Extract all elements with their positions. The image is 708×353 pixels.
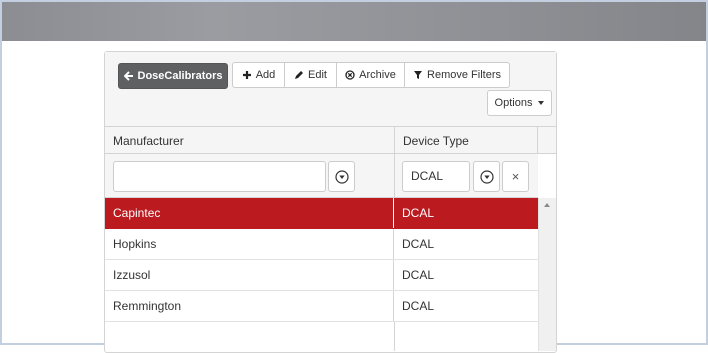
column-header-manufacturer[interactable]: Manufacturer xyxy=(105,127,395,154)
manufacturer-cell: Remmington xyxy=(105,291,394,321)
data-grid: Manufacturer Device Type DCAL × Capintec… xyxy=(105,127,556,351)
options-label: Options xyxy=(494,97,533,109)
options-dropdown-button[interactable]: Options xyxy=(487,90,552,116)
add-button[interactable]: Add xyxy=(232,62,285,88)
add-button-label: Add xyxy=(255,69,276,81)
edit-button[interactable]: Edit xyxy=(284,62,337,88)
arrow-left-icon xyxy=(123,71,133,81)
remove-filters-button[interactable]: Remove Filters xyxy=(404,62,510,88)
manufacturer-filter-input[interactable] xyxy=(113,161,326,192)
grid-rows: Capintec DCAL Hopkins DCAL Izzusol DCAL … xyxy=(105,198,538,322)
circle-x-icon xyxy=(345,70,355,80)
table-row[interactable]: Remmington DCAL xyxy=(105,291,538,322)
caret-down-icon xyxy=(538,101,545,105)
back-dosecalibrators-button[interactable]: DoseCalibrators xyxy=(118,63,228,89)
device-type-filter-input[interactable]: DCAL xyxy=(402,161,470,192)
column-divider xyxy=(394,322,395,351)
dose-calibrators-panel: DoseCalibrators Add Edit Archive Remove … xyxy=(104,51,557,353)
circle-chevron-down-icon xyxy=(479,169,494,184)
top-header-bar xyxy=(2,2,706,41)
header-scroll-spacer xyxy=(538,127,556,154)
clear-device-type-filter-button[interactable]: × xyxy=(502,161,529,192)
manufacturer-cell: Izzusol xyxy=(105,260,394,290)
device-type-cell: DCAL xyxy=(402,299,435,313)
manufacturer-cell: Hopkins xyxy=(105,229,394,259)
table-row[interactable]: Izzusol DCAL xyxy=(105,260,538,291)
plus-icon xyxy=(242,71,251,79)
archive-button-label: Archive xyxy=(359,69,396,81)
device-type-cell: DCAL xyxy=(402,268,435,282)
table-row[interactable]: Capintec DCAL xyxy=(105,198,538,229)
toolbar: DoseCalibrators Add Edit Archive Remove … xyxy=(105,52,556,127)
table-row[interactable]: Hopkins DCAL xyxy=(105,229,538,260)
device-type-cell: DCAL xyxy=(402,206,435,220)
manufacturer-filter-options-button[interactable] xyxy=(328,161,355,192)
manufacturer-cell: Capintec xyxy=(105,198,394,228)
pencil-icon xyxy=(295,71,304,79)
filter-column-divider xyxy=(394,154,395,198)
remove-filters-label: Remove Filters xyxy=(427,69,501,81)
vertical-scrollbar[interactable] xyxy=(538,198,556,351)
edit-button-label: Edit xyxy=(308,69,327,81)
device-type-filter-options-button[interactable] xyxy=(473,161,500,192)
archive-button[interactable]: Archive xyxy=(336,62,405,88)
close-icon: × xyxy=(511,169,520,184)
circle-chevron-down-icon xyxy=(334,169,349,184)
scroll-up-icon[interactable] xyxy=(544,203,550,207)
filter-row: DCAL × xyxy=(105,154,538,198)
back-button-label: DoseCalibrators xyxy=(137,70,223,82)
device-type-cell: DCAL xyxy=(402,237,435,251)
column-header-device-type[interactable]: Device Type xyxy=(395,127,538,154)
filter-icon xyxy=(414,71,423,79)
